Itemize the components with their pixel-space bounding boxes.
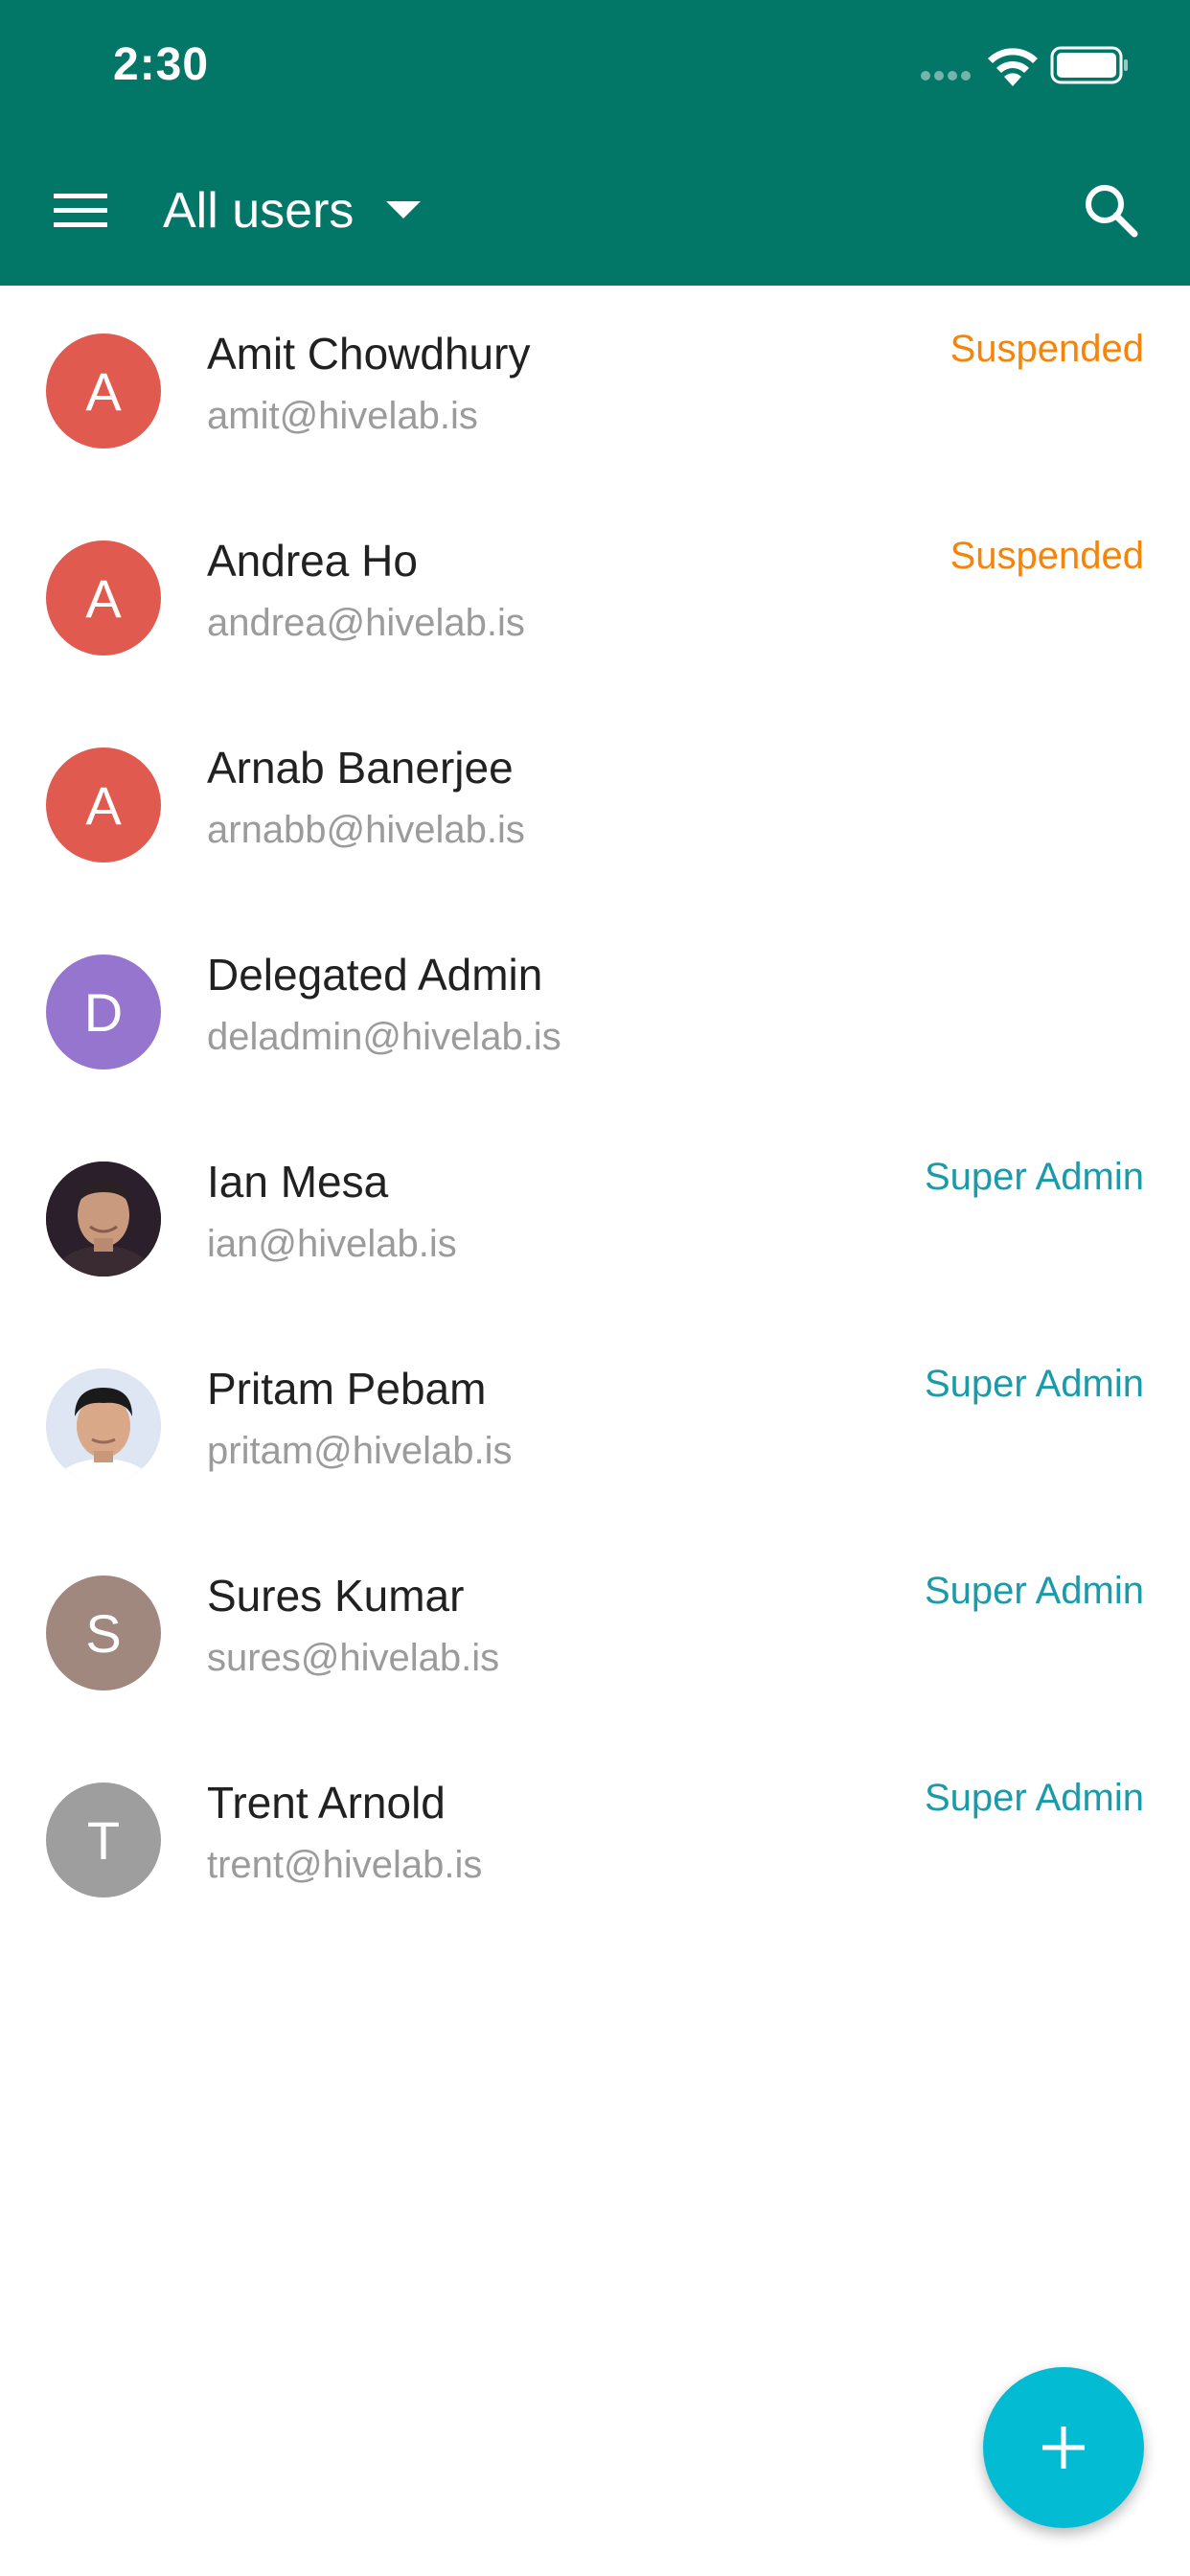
avatar-photo — [46, 1162, 161, 1276]
app-bar: 2:30 All users — [0, 0, 1190, 286]
battery-icon — [1050, 46, 1128, 84]
user-name: Delegated Admin — [207, 950, 543, 1000]
user-role-label: Super Admin — [924, 1363, 1144, 1405]
cellular-signal-icon — [921, 71, 971, 80]
user-name: Pritam Pebam — [207, 1364, 487, 1414]
user-email: andrea@hivelab.is — [207, 602, 525, 644]
menu-icon — [54, 194, 107, 227]
person-photo-icon — [46, 1368, 161, 1484]
user-name: Ian Mesa — [207, 1157, 389, 1207]
user-row[interactable]: A Andrea Ho andrea@hivelab.is Suspended — [0, 493, 1190, 700]
user-row[interactable]: Ian Mesa ian@hivelab.is Super Admin — [0, 1114, 1190, 1321]
avatar-initial: A — [85, 774, 122, 836]
user-row[interactable]: A Amit Chowdhury amit@hivelab.is Suspend… — [0, 286, 1190, 493]
user-row[interactable]: A Arnab Banerjee arnabb@hivelab.is — [0, 700, 1190, 907]
user-role-label: Suspended — [950, 535, 1144, 577]
user-role-label: Super Admin — [924, 1156, 1144, 1198]
user-email: ian@hivelab.is — [207, 1223, 457, 1265]
arrow-drop-down-icon — [386, 201, 422, 218]
avatar-photo — [46, 1368, 161, 1484]
add-icon — [1042, 2426, 1085, 2469]
user-email: pritam@hivelab.is — [207, 1430, 513, 1472]
menu-button[interactable] — [42, 172, 119, 249]
user-email: arnabb@hivelab.is — [207, 809, 525, 851]
status-bar: 2:30 — [0, 0, 1190, 134]
avatar-initial: A — [85, 567, 122, 629]
search-button[interactable] — [1071, 171, 1152, 251]
avatar-initial: T — [86, 1809, 121, 1871]
person-photo-icon — [46, 1162, 161, 1276]
avatar-initial: D — [83, 981, 124, 1043]
user-name: Trent Arnold — [207, 1778, 446, 1828]
wifi-icon — [988, 48, 1038, 86]
user-name: Amit Chowdhury — [207, 329, 531, 379]
toolbar: All users — [0, 134, 1190, 286]
user-name: Andrea Ho — [207, 536, 418, 586]
user-email: sures@hivelab.is — [207, 1637, 500, 1679]
toolbar-title: All users — [163, 183, 355, 239]
user-row[interactable]: T Trent Arnold trent@hivelab.is Super Ad… — [0, 1735, 1190, 1942]
user-email: amit@hivelab.is — [207, 395, 478, 437]
user-list: A Amit Chowdhury amit@hivelab.is Suspend… — [0, 286, 1190, 1942]
avatar: T — [46, 1782, 161, 1898]
user-role-label: Super Admin — [924, 1777, 1144, 1819]
avatar: S — [46, 1576, 161, 1690]
avatar: D — [46, 954, 161, 1070]
user-role-label: Suspended — [950, 328, 1144, 370]
user-email: trent@hivelab.is — [207, 1844, 483, 1886]
user-role-label: Super Admin — [924, 1570, 1144, 1612]
avatar: A — [46, 540, 161, 656]
add-user-button[interactable] — [983, 2367, 1144, 2528]
avatar-initial: A — [85, 360, 122, 422]
avatar: A — [46, 334, 161, 448]
user-email: deladmin@hivelab.is — [207, 1016, 561, 1058]
user-filter-dropdown[interactable]: All users — [163, 172, 422, 249]
search-icon — [1086, 185, 1138, 238]
user-row[interactable]: Pritam Pebam pritam@hivelab.is Super Adm… — [0, 1321, 1190, 1528]
user-row[interactable]: S Sures Kumar sures@hivelab.is Super Adm… — [0, 1528, 1190, 1735]
user-name: Sures Kumar — [207, 1571, 465, 1621]
user-name: Arnab Banerjee — [207, 743, 514, 793]
avatar: A — [46, 748, 161, 862]
avatar-initial: S — [85, 1602, 122, 1664]
status-time: 2:30 — [113, 39, 210, 90]
user-row[interactable]: D Delegated Admin deladmin@hivelab.is — [0, 907, 1190, 1114]
